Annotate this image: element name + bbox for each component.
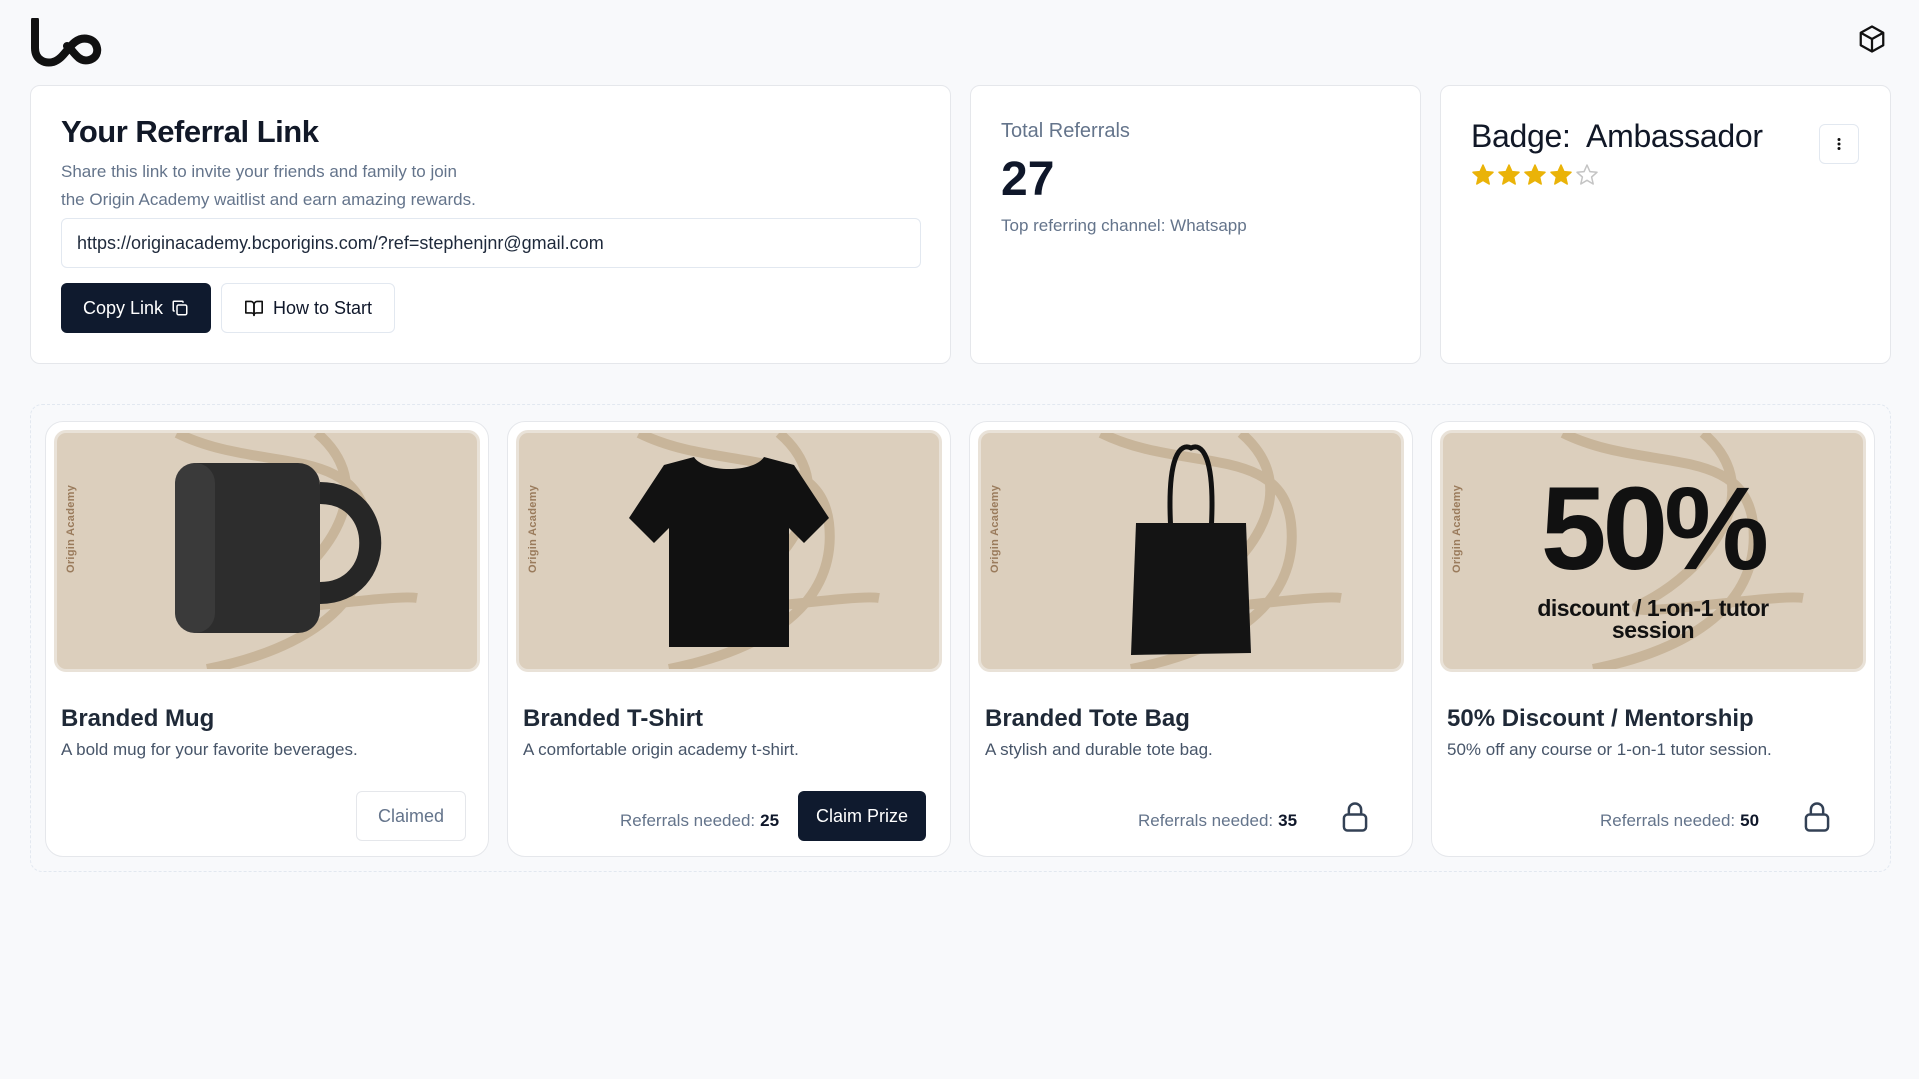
claimed-button[interactable]: Claimed xyxy=(356,791,466,841)
brand-vertical-label: Origin Academy xyxy=(1451,484,1463,573)
copy-icon xyxy=(172,300,188,316)
lock-icon xyxy=(1342,802,1368,832)
copy-link-button[interactable]: Copy Link xyxy=(61,283,211,333)
star-empty-icon xyxy=(1576,164,1598,185)
prize-description: A comfortable origin academy t-shirt. xyxy=(523,740,799,759)
referrals-needed-value: 35 xyxy=(1278,811,1298,830)
total-referrals-label: Total Referrals xyxy=(1001,120,1130,142)
referrals-needed-label: Referrals needed: xyxy=(1600,811,1736,830)
badge-rating xyxy=(1471,163,1599,187)
referral-description-line-2: the Origin Academy waitlist and earn ama… xyxy=(61,190,476,209)
referrals-needed-value: 50 xyxy=(1740,811,1760,830)
prize-description: A stylish and durable tote bag. xyxy=(985,740,1213,759)
prize-card-tshirt: Origin Academy Branded T-Shirt A comfort… xyxy=(507,421,951,857)
prizes-section: Origin Academy Branded Mug A bold mug fo… xyxy=(30,404,1891,872)
badge-menu-button[interactable] xyxy=(1819,124,1859,164)
prize-card-discount: 50% discount / 1-on-1 tutor session Orig… xyxy=(1431,421,1875,857)
total-referrals-card: Total Referrals 27 Top referring channel… xyxy=(970,85,1421,364)
referral-link-card: Your Referral Link Share this link to in… xyxy=(30,85,951,364)
badge-card: Badge: Ambassador xyxy=(1440,85,1891,364)
copy-link-label: Copy Link xyxy=(82,297,164,318)
claim-prize-button[interactable]: Claim Prize xyxy=(798,791,926,841)
how-to-start-label: How to Start xyxy=(272,297,373,318)
more-vertical-icon xyxy=(1837,138,1841,150)
prize-title: Branded T-Shirt xyxy=(523,705,704,732)
star-filled-icon xyxy=(1472,164,1494,185)
prize-image-tote: Origin Academy xyxy=(978,430,1404,672)
lock-icon xyxy=(1804,802,1830,832)
book-open-icon xyxy=(244,300,263,317)
badge-title: Badge: Ambassador xyxy=(1471,118,1763,154)
prize-title: 50% Discount / Mentorship xyxy=(1447,705,1754,732)
prize-description: 50% off any course or 1-on-1 tutor sessi… xyxy=(1447,740,1772,759)
star-filled-icon xyxy=(1524,164,1546,185)
total-referrals-value: 27 xyxy=(1001,153,1055,206)
referrals-needed: Referrals needed: 25 xyxy=(620,811,779,831)
referral-description-line-1: Share this link to invite your friends a… xyxy=(61,162,457,181)
discount-percent-text: 50% xyxy=(1540,463,1769,595)
referral-title: Your Referral Link xyxy=(61,114,319,149)
how-to-start-button[interactable]: How to Start xyxy=(221,283,395,333)
star-filled-icon xyxy=(1550,164,1572,185)
top-channel-text: Top referring channel: Whatsapp xyxy=(1001,216,1247,235)
discount-subtitle: discount / 1-on-1 tutor session xyxy=(1443,595,1863,643)
referrals-needed: Referrals needed: 35 xyxy=(1138,811,1297,831)
discount-subtitle-line-2: session xyxy=(1611,617,1695,643)
brand-logo-icon[interactable] xyxy=(29,18,107,68)
referrals-needed-label: Referrals needed: xyxy=(620,811,756,830)
prize-card-tote: Origin Academy Branded Tote Bag A stylis… xyxy=(969,421,1413,857)
prize-image-tshirt: Origin Academy xyxy=(516,430,942,672)
prize-card-mug: Origin Academy Branded Mug A bold mug fo… xyxy=(45,421,489,857)
brand-vertical-label: Origin Academy xyxy=(989,484,1001,573)
prize-title: Branded Tote Bag xyxy=(985,705,1190,732)
referrals-needed-label: Referrals needed: xyxy=(1138,811,1274,830)
brand-vertical-label: Origin Academy xyxy=(65,484,77,573)
star-filled-icon xyxy=(1498,164,1520,185)
referral-description: Share this link to invite your friends a… xyxy=(61,158,521,214)
prize-description: A bold mug for your favorite beverages. xyxy=(61,740,358,759)
discount-subtitle-line-1: discount / 1-on-1 tutor xyxy=(1537,595,1769,621)
brand-vertical-label: Origin Academy xyxy=(527,484,539,573)
prize-image-discount: 50% discount / 1-on-1 tutor session Orig… xyxy=(1440,430,1866,672)
referrals-needed: Referrals needed: 50 xyxy=(1600,811,1759,831)
referrals-needed-value: 25 xyxy=(760,811,780,830)
cube-icon[interactable] xyxy=(1857,24,1887,54)
referral-link-input[interactable] xyxy=(61,218,921,268)
prize-image-mug: Origin Academy xyxy=(54,430,480,672)
prize-title: Branded Mug xyxy=(61,705,215,732)
